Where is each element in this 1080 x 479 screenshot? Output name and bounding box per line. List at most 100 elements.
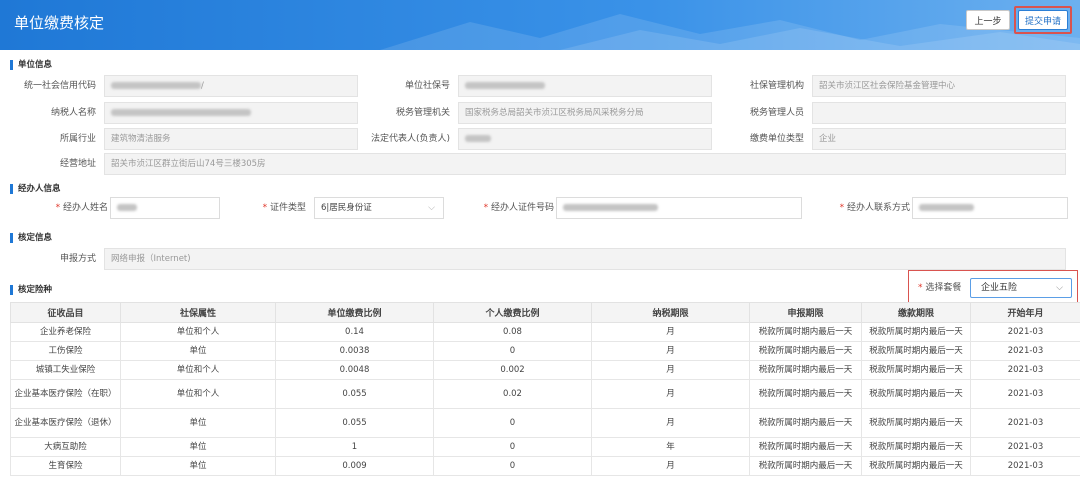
package-value: 企业五险 — [981, 283, 1018, 293]
table-cell: 0 — [433, 437, 592, 457]
agent-id-no-input[interactable] — [556, 197, 802, 219]
tax-authority-value: 国家税务总局韶关市浈江区税务局风采税务分局 — [458, 102, 712, 124]
table-cell: 0.002 — [433, 360, 592, 380]
tax-types-section-title: 核定险种 — [10, 285, 52, 295]
page-header: 单位缴费核定 — [0, 0, 1080, 50]
table-row: 企业养老保险 单位和个人 0.14 0.08 月 税款所属时期内最后一天 税款所… — [10, 322, 1080, 342]
agent-name-label: * 经办人姓名 — [55, 203, 108, 213]
table-cell: 月 — [591, 379, 750, 409]
table-cell: 2021-03 — [970, 437, 1080, 457]
header-mountains-decoration — [380, 14, 1080, 50]
table-cell: 0.055 — [275, 408, 434, 438]
agent-info-section-title: 经办人信息 — [10, 184, 61, 194]
table-cell: 工伤保险 — [10, 341, 121, 361]
table-row: 城镇工失业保险 单位和个人 0.0048 0.002 月 税款所属时期内最后一天… — [10, 360, 1080, 380]
credit-code-label: 统一社会信用代码 — [23, 81, 96, 91]
id-type-label-text: 证件类型 — [269, 203, 306, 213]
table-cell: 单位和个人 — [120, 379, 276, 409]
business-address-label: 经营地址 — [59, 159, 96, 169]
table-cell: 2021-03 — [970, 360, 1080, 380]
table-cell: 税款所属时期内最后一天 — [749, 456, 862, 476]
social-security-agency-value: 韶关市浈江区社会保险基金管理中心 — [812, 75, 1066, 97]
table-row: 生育保险 单位 0.009 0 月 税款所属时期内最后一天 税款所属时期内最后一… — [10, 456, 1080, 476]
redacted-mask — [117, 204, 137, 211]
redacted-mask — [563, 204, 658, 211]
table-cell: 企业养老保险 — [10, 322, 121, 342]
table-cell: 2021-03 — [970, 456, 1080, 476]
table-cell: 税款所属时期内最后一天 — [749, 322, 862, 342]
agent-id-no-label-text: 经办人证件号码 — [490, 203, 554, 213]
table-cell: 税款所属时期内最后一天 — [861, 360, 971, 380]
table-cell: 单位和个人 — [120, 322, 276, 342]
taxpayer-name-label: 纳税人名称 — [50, 108, 96, 118]
table-cell: 0 — [433, 341, 592, 361]
table-cell: 2021-03 — [970, 379, 1080, 409]
redacted-mask — [111, 109, 251, 116]
agent-phone-label: * 经办人联系方式 — [839, 203, 910, 213]
table-row: 企业基本医疗保险（在职） 单位和个人 0.055 0.02 月 税款所属时期内最… — [10, 379, 1080, 409]
business-address-value: 韶关市浈江区群立街后山74号三楼305房 — [104, 153, 1066, 175]
table-cell: 月 — [591, 360, 750, 380]
payer-unit-type-label: 缴费单位类型 — [749, 134, 804, 144]
agent-phone-label-text: 经办人联系方式 — [846, 203, 910, 213]
package-label-text: 选择套餐 — [925, 283, 962, 293]
redacted-mask — [465, 135, 491, 142]
column-header: 个人缴费比例 — [433, 302, 592, 323]
industry-label: 所属行业 — [59, 134, 96, 144]
table-cell: 0.055 — [275, 379, 434, 409]
chevron-down-icon: ⌵ — [1056, 283, 1063, 293]
social-security-no-label: 单位社保号 — [404, 81, 450, 91]
id-type-select[interactable]: 6|居民身份证 ⌵ — [314, 197, 444, 219]
table-cell: 大病互助险 — [10, 437, 121, 457]
table-cell: 0 — [433, 456, 592, 476]
table-cell: 0.02 — [433, 379, 592, 409]
table-cell: 税款所属时期内最后一天 — [749, 360, 862, 380]
table-cell: 城镇工失业保险 — [10, 360, 121, 380]
table-cell: 0.08 — [433, 322, 592, 342]
table-cell: 0.009 — [275, 456, 434, 476]
table-cell: 0.14 — [275, 322, 434, 342]
table-cell: 月 — [591, 408, 750, 438]
agent-phone-input[interactable] — [912, 197, 1068, 219]
credit-code-value: / — [104, 75, 358, 97]
tax-types-table: 征收品目 社保属性 单位缴费比例 个人缴费比例 纳税期限 申报期限 缴款期限 开… — [10, 302, 1080, 476]
table-cell: 税款所属时期内最后一天 — [861, 456, 971, 476]
table-cell: 0.0048 — [275, 360, 434, 380]
redacted-mask — [111, 82, 201, 89]
report-method-label: 申报方式 — [59, 254, 96, 264]
table-cell: 月 — [591, 456, 750, 476]
table-cell: 2021-03 — [970, 322, 1080, 342]
industry-value: 建筑物清洁服务 — [104, 128, 358, 150]
column-header: 社保属性 — [120, 302, 276, 323]
table-cell: 税款所属时期内最后一天 — [749, 341, 862, 361]
table-cell: 0.0038 — [275, 341, 434, 361]
table-cell: 单位 — [120, 437, 276, 457]
table-cell: 生育保险 — [10, 456, 121, 476]
table-cell: 单位 — [120, 456, 276, 476]
table-cell: 1 — [275, 437, 434, 457]
agent-name-input[interactable] — [110, 197, 220, 219]
chevron-down-icon: ⌵ — [428, 203, 435, 213]
column-header: 单位缴费比例 — [275, 302, 434, 323]
agent-name-label-text: 经办人姓名 — [62, 203, 108, 213]
payer-unit-type-value: 企业 — [812, 128, 1066, 150]
table-cell: 年 — [591, 437, 750, 457]
package-select[interactable]: 企业五险 ⌵ — [970, 278, 1072, 298]
column-header: 开始年月 — [970, 302, 1080, 323]
table-header-row: 征收品目 社保属性 单位缴费比例 个人缴费比例 纳税期限 申报期限 缴款期限 开… — [10, 302, 1080, 323]
agent-id-no-label: * 经办人证件号码 — [483, 203, 554, 213]
column-header: 征收品目 — [10, 302, 121, 323]
legal-representative-value — [458, 128, 712, 150]
table-cell: 税款所属时期内最后一天 — [861, 437, 971, 457]
taxpayer-name-value — [104, 102, 358, 124]
table-cell: 单位 — [120, 341, 276, 361]
table-cell: 税款所属时期内最后一天 — [861, 341, 971, 361]
table-cell: 税款所属时期内最后一天 — [749, 379, 862, 409]
social-security-no-value — [458, 75, 712, 97]
submit-application-button[interactable]: 提交申请 — [1018, 10, 1068, 30]
legal-representative-label: 法定代表人(负责人) — [370, 134, 450, 144]
table-cell: 单位 — [120, 408, 276, 438]
table-cell: 月 — [591, 341, 750, 361]
id-type-value: 6|居民身份证 — [321, 203, 372, 213]
previous-step-button[interactable]: 上一步 — [966, 10, 1010, 30]
